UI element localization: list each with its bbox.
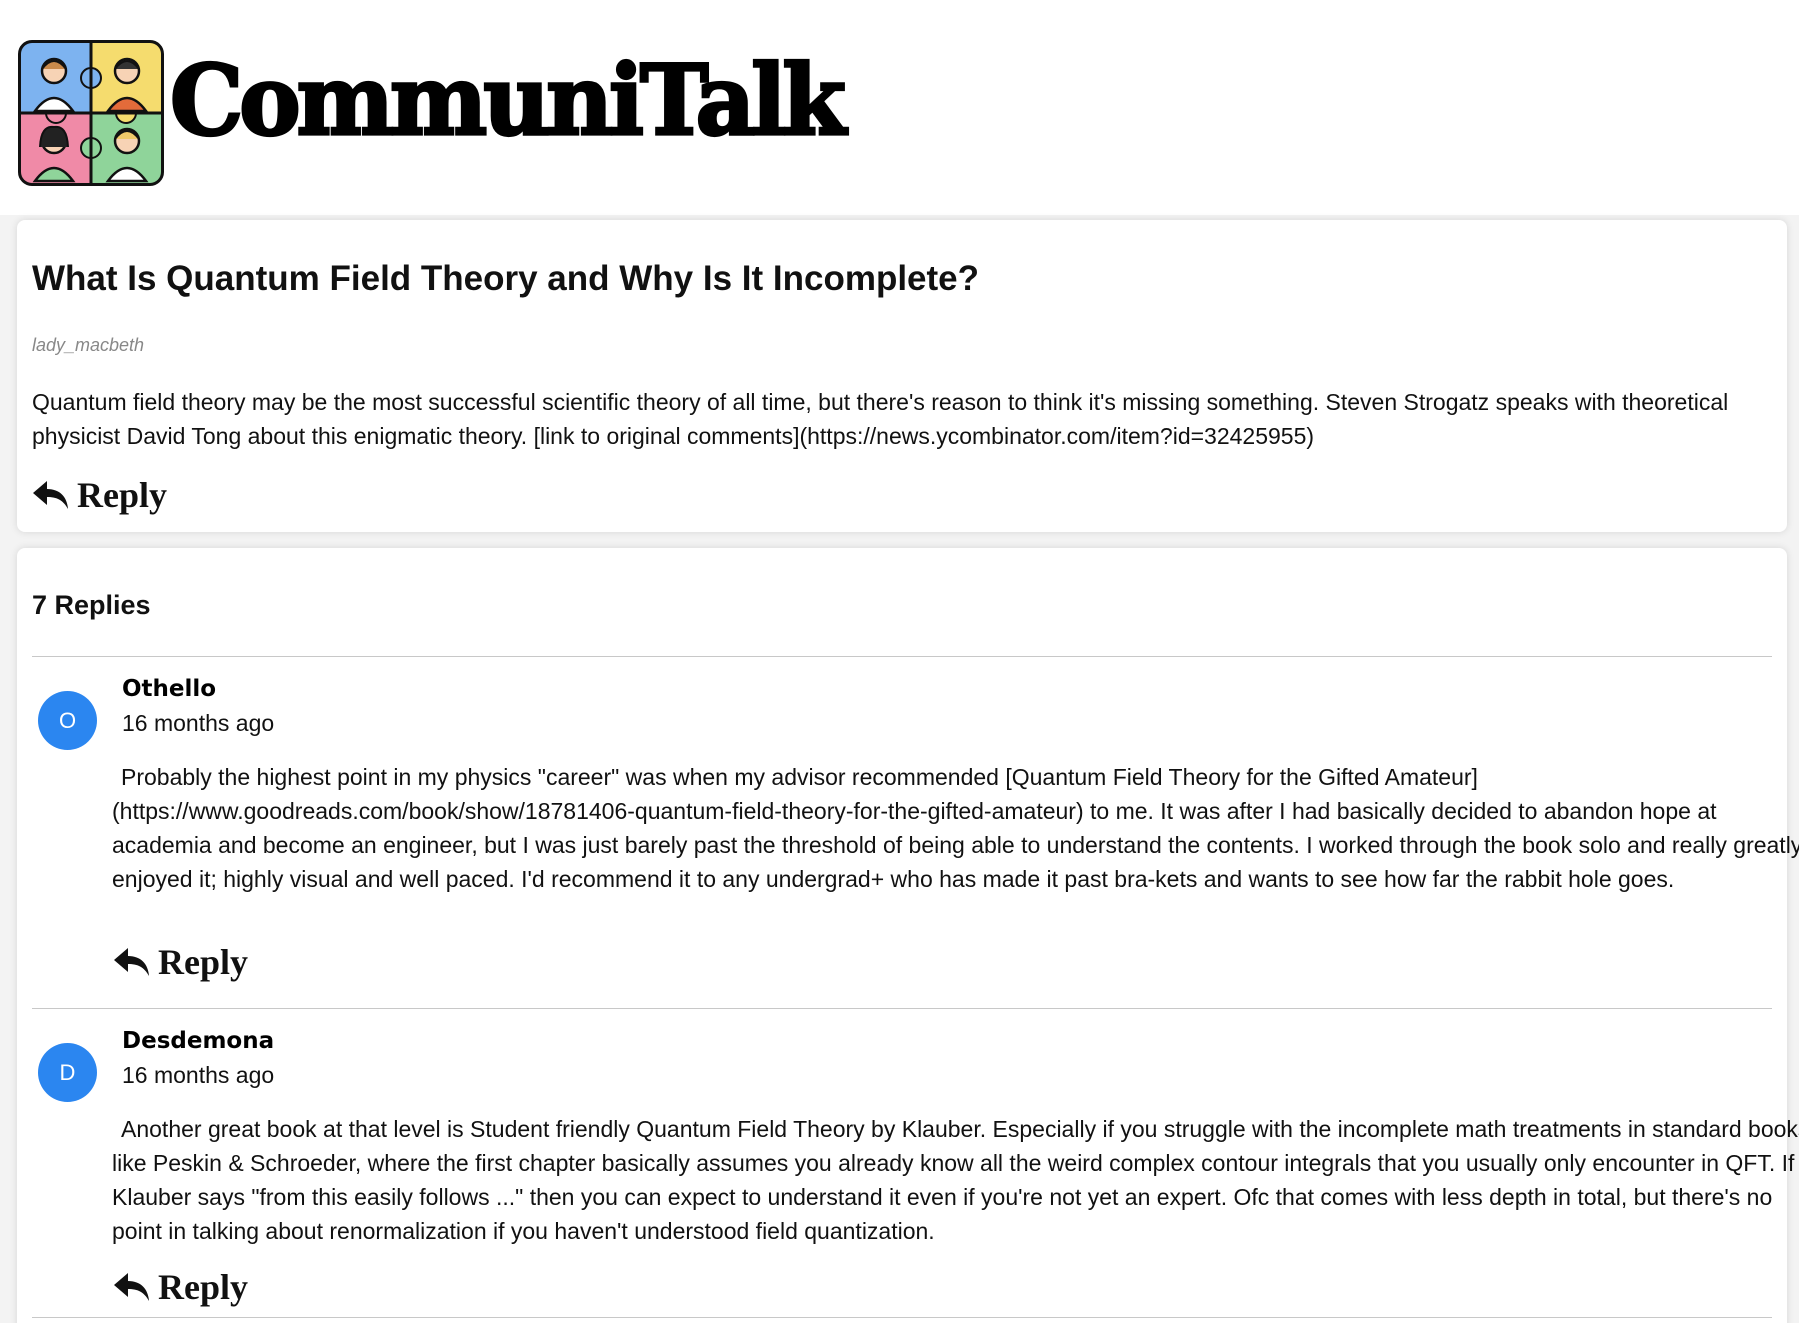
post-card: What Is Quantum Field Theory and Why Is … [17,220,1787,532]
brand-name[interactable]: CommuniTalk [169,50,848,150]
avatar[interactable]: D [38,1043,97,1102]
comment-body: Another great book at that level is Stud… [112,1116,1799,1244]
comment-reply-button[interactable]: Reply [112,941,248,983]
reply-label: Reply [77,475,167,515]
avatar-letter: D [59,1059,76,1085]
comment-time: 16 months ago [122,1062,275,1088]
site-header: CommuniTalk [0,0,1799,215]
post-reply-button[interactable]: Reply [31,474,167,516]
comment: D Desdemona 16 months ago Another great … [32,1008,1799,1323]
replies-card: 7 Replies O Othello 16 months ago Probab… [17,548,1799,1323]
comment-time: 16 months ago [122,710,275,736]
replies-count: 7 Replies [32,590,151,620]
comment: O Othello 16 months ago Probably the hig… [32,656,1799,1006]
comment-reply-button[interactable]: Reply [112,1266,248,1308]
reply-label: Reply [158,1267,248,1307]
reply-arrow-icon [114,1273,149,1301]
avatar[interactable]: O [38,691,97,750]
post-author: lady_macbeth [32,335,145,355]
reply-arrow-icon [33,481,68,509]
divider [32,1317,1772,1318]
reply-label: Reply [158,942,248,982]
comment-author[interactable]: Othello [122,676,216,702]
avatar-letter: O [58,707,77,733]
reply-arrow-icon [114,948,149,976]
puzzle-people-icon[interactable] [18,40,164,186]
comment-author[interactable]: Desdemona [122,1028,274,1054]
post-body: Quantum field theory may be the most suc… [32,389,1729,449]
post-title: What Is Quantum Field Theory and Why Is … [32,259,980,298]
page: CommuniTalk What Is Quantum Field Theory… [0,0,1799,1323]
comment-body: Probably the highest point in my physics… [112,764,1799,892]
